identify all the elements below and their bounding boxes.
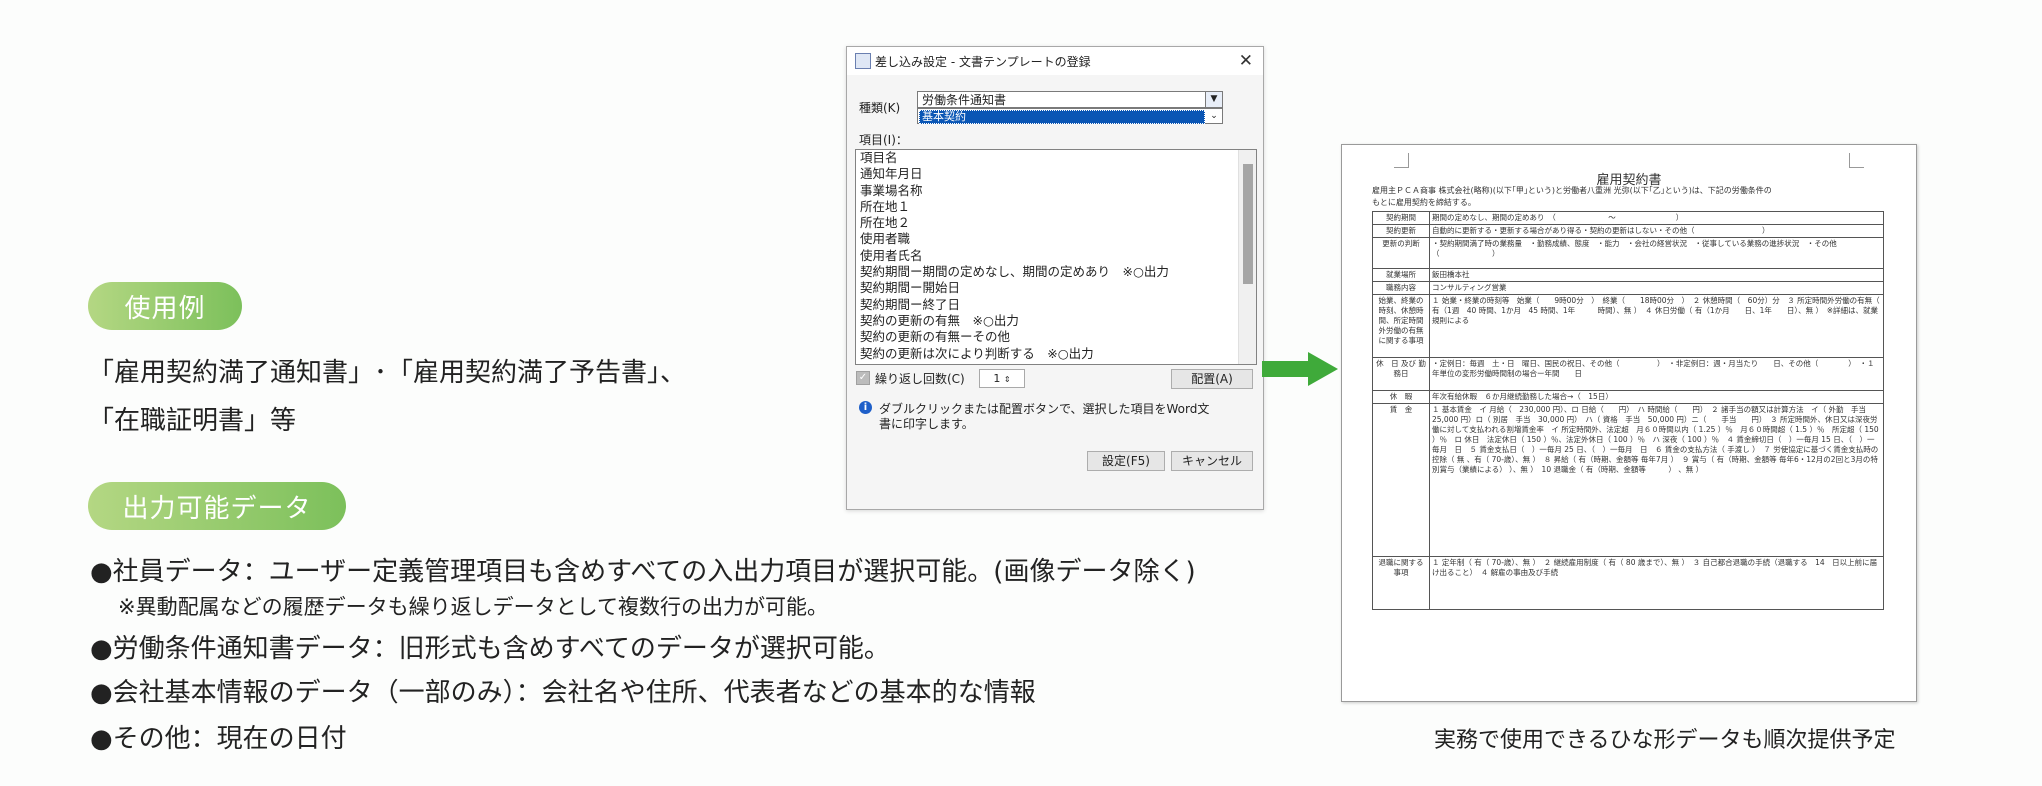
list-item[interactable]: 使用者氏名 — [856, 248, 1256, 264]
contract-document-preview: 雇用契約書 雇用主ＰＣＡ商事 株式会社(略称)(以下｢甲｣という)と労働者八重洲… — [1341, 144, 1917, 702]
row-header: 契約期間 — [1372, 211, 1430, 225]
row-header: 就業場所 — [1372, 268, 1430, 282]
document-intro-1: 雇用主ＰＣＡ商事 株式会社(略称)(以下｢甲｣という)と労働者八重洲 光弥(以下… — [1372, 186, 1772, 195]
table-row: 職務内容 コンサルティング営業 — [1372, 281, 1884, 295]
cancel-button[interactable]: キャンセル — [1171, 451, 1253, 471]
usage-line-1: 「雇用契約満了通知書」･「雇用契約満了予告書」、 — [88, 358, 687, 388]
type-label: 種類(K) — [859, 101, 901, 115]
template-caption: 実務で使用できるひな形データも順次提供予定 — [1434, 728, 1896, 753]
list-item[interactable]: 契約の更新の有無 ※○出力 — [856, 313, 1256, 329]
list-item[interactable]: 通知年月日 — [856, 166, 1256, 182]
close-icon[interactable]: ✕ — [1239, 51, 1253, 71]
margin-mark — [1394, 153, 1409, 168]
list-item[interactable]: 契約の更新の有無ーその他 — [856, 329, 1256, 345]
row-content: 飯田橋本社 — [1429, 268, 1884, 282]
type-select-value: 労働条件通知書 — [922, 93, 1007, 107]
table-row: 更新の判断 ・契約期間満了時の業務量 ・勤務成績、態度 ・能力 ・会社の経営状況 … — [1372, 237, 1884, 269]
list-item[interactable]: 契約期間ー終了日 — [856, 297, 1256, 313]
table-row: 就業場所 飯田橋本社 — [1372, 268, 1884, 282]
repeat-label: 繰り返し回数(C) — [875, 372, 965, 386]
row-header: 賃 金 — [1372, 403, 1430, 557]
repeat-count-value: 1 — [993, 372, 1001, 385]
document-intro-2: もとに雇用契約を締結する。 — [1372, 198, 1476, 207]
list-item[interactable]: 契約の更新は次により判断する ※○出力 — [856, 346, 1256, 362]
table-row: 休 日 及び 勤務日 ・定例日：毎週 土・日 曜日、国民の祝日、その他（ ） ・非… — [1372, 357, 1884, 391]
contract-table: 契約期間 期間の定めなし、期間の定めあり （ 〜 ） 契約更新 自動的に更新する・更… — [1372, 211, 1884, 610]
list-item[interactable]: 所在地１ — [856, 199, 1256, 215]
dialog-titlebar[interactable]: 差し込み設定 - 文書テンプレートの登録 — [847, 47, 1263, 75]
list-item[interactable]: 契約期間ー開始日 — [856, 280, 1256, 296]
bullet-other: ●その他：現在の日付 — [90, 724, 347, 754]
list-item[interactable]: 使用者職 — [856, 231, 1256, 247]
place-button[interactable]: 配置(A) — [1171, 369, 1253, 389]
table-row: 始業、終業の時刻、休憩時間、所定時間外労働の有無に関する事項 １ 始業・終業の時刻… — [1372, 294, 1884, 358]
row-header: 契約更新 — [1372, 224, 1430, 238]
list-item[interactable]: 事業場名称 — [856, 183, 1256, 199]
row-content: ・契約期間満了時の業務量 ・勤務成績、態度 ・能力 ・会社の経営状況 ・従事して… — [1429, 237, 1884, 269]
row-header: 休 暇 — [1372, 390, 1430, 404]
row-content: コンサルティング営業 — [1429, 281, 1884, 295]
subtype-select-value: 基本契約 — [919, 110, 1205, 124]
list-item[interactable]: 項目名 — [856, 150, 1256, 166]
chevron-down-icon[interactable]: ▼ — [1205, 92, 1222, 107]
repeat-count-stepper[interactable]: 1 ⇕ — [979, 369, 1025, 388]
type-select[interactable]: 労働条件通知書 ▼ — [917, 91, 1223, 108]
row-header: 始業、終業の時刻、休憩時間、所定時間外労働の有無に関する事項 — [1372, 294, 1430, 358]
info-icon: i — [859, 401, 872, 414]
row-content: 自動的に更新する・更新する場合があり得る・契約の更新はしない・その他（ ） — [1429, 224, 1884, 238]
usage-line-2: 「在職証明書」等 — [88, 406, 297, 436]
right-arrow-icon — [1262, 352, 1338, 386]
list-scrollbar[interactable] — [1238, 150, 1256, 364]
row-header: 職務内容 — [1372, 281, 1430, 295]
row-content: 年次有給休暇 ６か月継続勤務した場合→（ 15日） — [1429, 390, 1884, 404]
scrollbar-thumb[interactable] — [1243, 164, 1253, 284]
table-row: 契約更新 自動的に更新する・更新する場合があり得る・契約の更新はしない・その他（ … — [1372, 224, 1884, 238]
margin-mark — [1849, 153, 1864, 168]
table-row: 契約期間 期間の定めなし、期間の定めあり （ 〜 ） — [1372, 211, 1884, 225]
bullet-employee-data: ●社員データ：ユーザー定義管理項目も含めすべての入出力項目が選択可能。(画像デー… — [90, 557, 1196, 587]
output-data-pill: 出力可能データ — [88, 482, 346, 530]
row-header: 退職に関する事項 — [1372, 556, 1430, 610]
bullet-note: ※異動配属などの履歴データも繰り返しデータとして複数行の出力が可能。 — [118, 595, 828, 619]
chevron-down-icon[interactable]: ⌄ — [1206, 109, 1222, 123]
row-content: １ 定年制（ 有（ 70-歳）、無 ） ２ 継続雇用制度（ 有（ 80 歳まで）… — [1429, 556, 1884, 610]
table-row: 賃 金１ 基本賃金 イ 月給（ 230,000 円）、ロ 日給（ 円） ハ 時間… — [1372, 403, 1884, 557]
stepper-arrows-icon[interactable]: ⇕ — [1004, 375, 1011, 384]
row-content: 期間の定めなし、期間の定めあり （ 〜 ） — [1429, 211, 1884, 225]
items-list[interactable]: 項目名 通知年月日 事業場名称 所在地１ 所在地２ 使用者職 使用者氏名 契約期… — [855, 149, 1257, 365]
row-content: １ 始業・終業の時刻等 始業（ 9時00分 ） 終業（ 18時00分 ） ２ 休… — [1429, 294, 1884, 358]
info-text-2: 書に印字します。 — [879, 417, 974, 431]
row-content: １ 基本賃金 イ 月給（ 230,000 円）、ロ 日給（ 円） ハ 時間給（ … — [1429, 403, 1884, 557]
row-header: 更新の判断 — [1372, 237, 1430, 269]
usage-pill: 使用例 — [88, 282, 242, 330]
list-item[interactable]: 契約期間ー期間の定めなし、期間の定めあり ※○出力 — [856, 264, 1256, 280]
app-icon — [855, 53, 871, 69]
merge-settings-dialog: 差し込み設定 - 文書テンプレートの登録 ✕ 種類(K) 労働条件通知書 ▼ 基… — [846, 46, 1264, 510]
table-row: 退職に関する事項 １ 定年制（ 有（ 70-歳）、無 ） ２ 継続雇用制度（ 有（… — [1372, 556, 1884, 610]
ok-button[interactable]: 設定(F5) — [1087, 451, 1165, 471]
bullet-company-info: ●会社基本情報のデータ（一部のみ）：会社名や住所、代表者などの基本的な情報 — [90, 678, 1036, 708]
document-intro: 雇用主ＰＣＡ商事 株式会社(略称)(以下｢甲｣という)と労働者八重洲 光弥(以下… — [1372, 185, 1892, 209]
row-header: 休 日 及び 勤務日 — [1372, 357, 1430, 391]
subtype-select[interactable]: 基本契約 ⌄ — [917, 108, 1223, 124]
table-row: 休 暇年次有給休暇 ６か月継続勤務した場合→（ 15日） — [1372, 390, 1884, 404]
bullet-labor-conditions: ●労働条件通知書データ：旧形式も含めすべてのデータが選択可能。 — [90, 634, 890, 664]
items-label: 項目(I)： — [859, 133, 908, 147]
repeat-checkbox[interactable]: ✓ — [856, 371, 870, 385]
dialog-title: 差し込み設定 - 文書テンプレートの登録 — [875, 54, 1091, 69]
list-item[interactable]: 所在地２ — [856, 215, 1256, 231]
row-content: ・定例日：毎週 土・日 曜日、国民の祝日、その他（ ） ・非定例日：週・月当たり… — [1429, 357, 1884, 391]
